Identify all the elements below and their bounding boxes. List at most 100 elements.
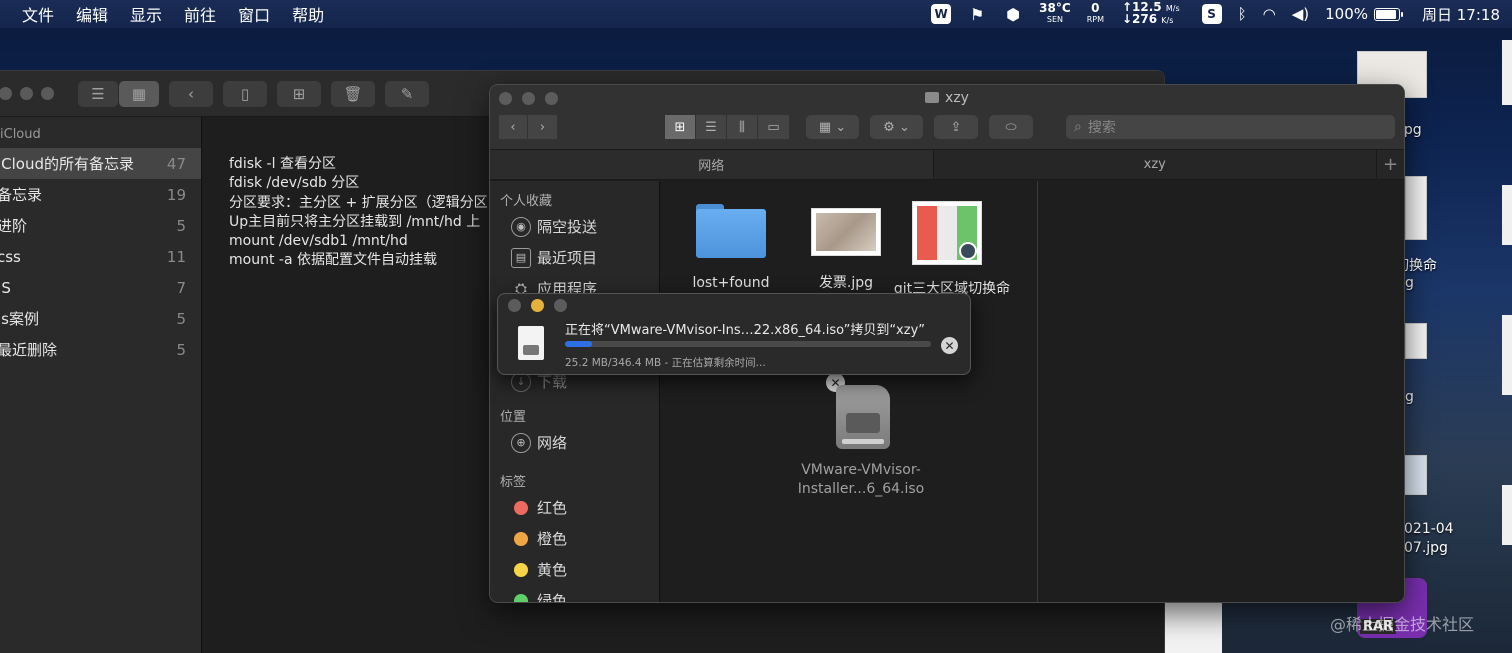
wps-icon[interactable]: W bbox=[931, 4, 952, 24]
stop-copy-button[interactable]: ✕ bbox=[941, 337, 958, 354]
desktop-edge-icons bbox=[1502, 40, 1512, 640]
tag-icon[interactable]: ⬭ bbox=[989, 115, 1033, 139]
compose-button[interactable]: ✎ bbox=[385, 80, 429, 107]
folder-js[interactable]: JS 7 bbox=[0, 272, 201, 303]
clock[interactable]: 周日 17:18 bbox=[1422, 4, 1500, 25]
sidebar-item-network[interactable]: ⊕ 网络 bbox=[490, 427, 659, 458]
sidebar-item-recents[interactable]: ▤ 最近项目 bbox=[490, 242, 659, 273]
folder-recently-deleted[interactable]: 最近删除 5 bbox=[0, 334, 201, 365]
desktop-file-label[interactable]: g bbox=[1405, 389, 1414, 405]
file-item-lost-found[interactable]: lost+found bbox=[691, 198, 771, 298]
yellow-tag-dot bbox=[514, 562, 528, 577]
tags-header: 标签 bbox=[500, 474, 527, 490]
fan-readout[interactable]: 0 RPM bbox=[1087, 2, 1104, 25]
net-up-unit: M/s bbox=[1165, 4, 1180, 13]
folder-count: 47 bbox=[166, 154, 186, 173]
folder-js-cases[interactable]: js案例 5 bbox=[0, 303, 201, 334]
sidebar-tag-yellow[interactable]: 黄色 bbox=[490, 554, 659, 585]
tab-xzy[interactable]: xzy bbox=[934, 150, 1377, 179]
sidebar-item-label: 网络 bbox=[537, 434, 568, 452]
shield-icon[interactable]: ⬢ bbox=[1003, 4, 1023, 24]
temperature-label: SEN bbox=[1046, 15, 1063, 24]
bluetooth-icon[interactable]: ᛒ bbox=[1238, 5, 1247, 23]
menu-file[interactable]: 文件 bbox=[22, 2, 54, 26]
sidebar-item-label: 绿色 bbox=[537, 592, 568, 603]
menu-edit[interactable]: 编辑 bbox=[76, 2, 108, 26]
list-view-button[interactable]: ☰ bbox=[78, 80, 118, 107]
note-editor[interactable]: fdisk -l 查看分区 fdisk /dev/sdb 分区 分区要求：主分区… bbox=[229, 155, 488, 271]
desktop-file-label[interactable]: g bbox=[1405, 275, 1414, 291]
desktop-doc-thumb[interactable] bbox=[1405, 176, 1427, 240]
icon-view-button[interactable]: ⊞ bbox=[665, 115, 696, 139]
file-item-git[interactable]: git三大区域切换命 bbox=[886, 198, 1011, 298]
bookmark-icon[interactable]: ⚑ bbox=[967, 4, 987, 24]
sidebar-tag-green[interactable]: 绿色 bbox=[490, 585, 659, 603]
network-speed[interactable]: ↑12.5 M/s ↓276 K/s bbox=[1121, 1, 1180, 26]
list-view-icon[interactable]: ☰ bbox=[696, 115, 727, 139]
file-name: lost+found bbox=[692, 275, 770, 291]
new-tab-icon[interactable]: + bbox=[1376, 150, 1404, 179]
note-line: fdisk -l 查看分区 bbox=[229, 156, 336, 172]
dialog-zoom-button[interactable] bbox=[554, 299, 567, 312]
column-view-icon[interactable]: ⫼ bbox=[727, 115, 758, 139]
notes-minimize-button[interactable] bbox=[20, 87, 33, 100]
desktop-doc-thumb[interactable] bbox=[1405, 323, 1427, 359]
airdrop-icon: ◉ bbox=[511, 216, 531, 237]
disk-image-file-icon bbox=[518, 326, 544, 360]
menu-go[interactable]: 前往 bbox=[184, 2, 216, 26]
tab-network[interactable]: 网络 bbox=[490, 150, 934, 179]
folder-notes[interactable]: 备忘录 19 bbox=[0, 179, 201, 210]
note-line: mount -a 依据配置文件自动挂载 bbox=[229, 252, 437, 269]
folder-all-icloud[interactable]: iCloud的所有备忘录 47 bbox=[0, 148, 201, 179]
sidebar-item-airdrop[interactable]: ◉ 隔空投送 bbox=[490, 211, 659, 242]
delete-button[interactable]: 🗑 bbox=[331, 80, 375, 107]
share-icon[interactable]: ⇪ bbox=[934, 115, 978, 139]
avatar bbox=[959, 242, 977, 260]
group-button[interactable]: ▦ ⌄ bbox=[806, 115, 859, 139]
icloud-section-title: iCloud bbox=[0, 127, 41, 142]
back-arrow-icon[interactable]: ‹ bbox=[499, 115, 528, 139]
folder-icon bbox=[696, 204, 766, 258]
volume-icon[interactable]: ◀) bbox=[1292, 5, 1309, 23]
gallery-view-button[interactable]: ▦ bbox=[119, 80, 159, 107]
green-tag-dot bbox=[514, 593, 528, 602]
sidebar-tag-red[interactable]: 红色 bbox=[490, 492, 659, 523]
folder-name: js案例 bbox=[0, 310, 39, 328]
forward-arrow-icon[interactable]: › bbox=[528, 115, 557, 139]
wifi-icon[interactable]: ◠ bbox=[1263, 5, 1276, 23]
temperature-readout[interactable]: 38°C SEN bbox=[1039, 2, 1071, 25]
notes-close-button[interactable] bbox=[0, 87, 12, 100]
menu-window[interactable]: 窗口 bbox=[238, 2, 270, 26]
desktop-file-label[interactable]: 021-04 bbox=[1404, 521, 1454, 537]
notes-zoom-button[interactable] bbox=[41, 87, 54, 100]
folder-advanced[interactable]: 进阶 5 bbox=[0, 210, 201, 241]
battery-icon[interactable] bbox=[1374, 7, 1403, 21]
search-input[interactable]: ⌕ 搜索 bbox=[1066, 115, 1395, 139]
action-gear-button[interactable]: ⚙ ⌄ bbox=[870, 115, 923, 139]
sogou-icon[interactable]: S bbox=[1201, 4, 1222, 24]
dialog-minimize-button[interactable] bbox=[531, 299, 544, 312]
net-down-value: ↓276 bbox=[1121, 12, 1158, 26]
network-globe-icon: ⊕ bbox=[511, 432, 531, 453]
net-down-unit: K/s bbox=[1161, 16, 1174, 25]
folder-css[interactable]: css 11 bbox=[0, 241, 201, 272]
folder-name: 最近删除 bbox=[0, 341, 58, 359]
battery-percent[interactable]: 100% bbox=[1325, 5, 1368, 23]
file-name: 发票.jpg bbox=[818, 275, 874, 291]
menu-view[interactable]: 显示 bbox=[130, 2, 162, 26]
sidebar-item-label: 隔空投送 bbox=[537, 218, 598, 236]
back-button[interactable]: ‹ bbox=[169, 80, 213, 107]
gallery-view-icon[interactable]: ▭ bbox=[758, 115, 789, 139]
menu-help[interactable]: 帮助 bbox=[292, 2, 324, 26]
file-item-invoice[interactable]: 发票.jpg bbox=[801, 198, 891, 298]
sidebar-item-label: 最近项目 bbox=[537, 249, 598, 267]
desktop-image-thumb[interactable] bbox=[1403, 455, 1427, 495]
file-item-iso[interactable]: ✕ VMware-VMvisor- Installer...6_64.iso bbox=[781, 373, 941, 507]
sidebar-tag-orange[interactable]: 橙色 bbox=[490, 523, 659, 554]
sidebar-toggle-button[interactable]: ▯ bbox=[223, 80, 267, 107]
dialog-close-button[interactable] bbox=[508, 299, 521, 312]
attachments-button[interactable]: ⊞ bbox=[277, 80, 321, 107]
folder-count: 5 bbox=[176, 340, 186, 359]
view-mode-selector: ⊞ ☰ ⫼ ▭ bbox=[665, 115, 789, 139]
desktop-file-label[interactable]: 07.jpg bbox=[1404, 540, 1448, 556]
